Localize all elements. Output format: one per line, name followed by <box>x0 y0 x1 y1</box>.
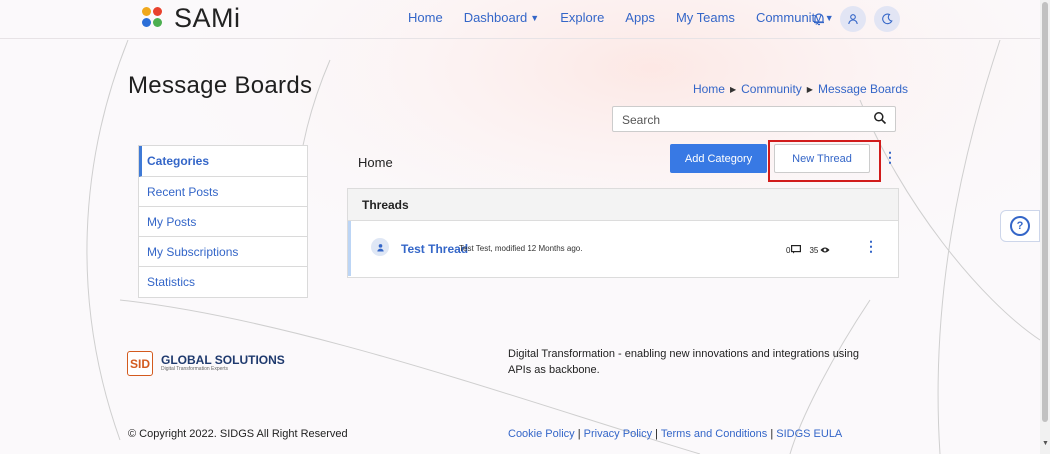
nav-my-teams-label: My Teams <box>675 10 735 25</box>
user-icon[interactable] <box>840 6 866 32</box>
nav-home[interactable]: Home <box>408 10 443 25</box>
sidebar-item-label: Categories <box>147 154 210 168</box>
caret-right-icon: ▶ <box>729 84 737 94</box>
sidebar-item-label: Recent Posts <box>147 184 219 199</box>
question-icon: ? <box>1010 216 1030 236</box>
sidebar-item-my-subscriptions[interactable]: My Subscriptions <box>139 237 307 267</box>
threads-panel: Threads Test Thread Test Test, modified … <box>347 188 899 278</box>
sid-logo-mark: SID <box>127 351 153 376</box>
threads-header: Threads <box>348 189 898 221</box>
view-count: 35 <box>809 246 819 255</box>
help-button[interactable]: ? <box>1000 210 1040 242</box>
current-category-label: Home <box>358 155 393 170</box>
nav-apps-label: Apps <box>625 10 655 25</box>
app-logo[interactable]: SAMi <box>142 2 241 34</box>
caret-right-icon: ▶ <box>806 84 813 94</box>
footer-logo-tagline: Digital Transformation Experts <box>161 366 228 372</box>
thread-meta: Test Test, modified 12 Months ago. <box>459 244 583 253</box>
breadcrumb-community[interactable]: Community <box>741 82 802 96</box>
app-name: SAMi <box>174 2 241 33</box>
nav-explore[interactable]: Explore <box>560 10 604 25</box>
thread-more-options-icon[interactable]: ⋮ <box>864 239 878 253</box>
page-scrollbar[interactable] <box>1040 0 1050 454</box>
more-options-icon[interactable]: ⋮ <box>883 150 897 164</box>
top-navbar: SAMi Home Dashboard ▼ Explore Apps My Tea… <box>0 0 1040 39</box>
nav-icon-group <box>806 6 908 32</box>
nav-home-label: Home <box>408 10 443 25</box>
privacy-policy-link[interactable]: Privacy Policy <box>584 428 652 440</box>
page-title: Message Boards <box>128 72 313 99</box>
footer-description: Digital Transformation - enabling new in… <box>508 348 859 376</box>
reply-count: 0 <box>786 246 791 255</box>
sidebar-item-statistics[interactable]: Statistics <box>139 267 307 297</box>
footer-logo: SID GLOBAL SOLUTIONS Digital Transformat… <box>127 351 285 376</box>
comment-icon <box>791 245 802 256</box>
footer-logo-name: GLOBAL SOLUTIONS <box>161 353 285 367</box>
sidebar-item-recent-posts[interactable]: Recent Posts <box>139 177 307 207</box>
thread-row[interactable]: Test Thread Test Test, modified 12 Month… <box>348 221 898 276</box>
footer-links: Cookie Policy | Privacy Policy | Terms a… <box>508 428 842 440</box>
category-sidebar: Categories Recent Posts My Posts My Subs… <box>138 145 308 298</box>
main-nav: Home Dashboard ▼ Explore Apps My Teams Co… <box>408 10 855 25</box>
nav-explore-label: Explore <box>560 10 605 25</box>
cookie-policy-link[interactable]: Cookie Policy <box>508 428 575 440</box>
nav-apps[interactable]: Apps <box>625 10 655 25</box>
sidebar-item-label: Statistics <box>147 275 196 289</box>
breadcrumb: Home ▶ Community ▶ Message Boards <box>693 82 908 96</box>
nav-dashboard-label: Dashboard <box>463 10 528 25</box>
bell-icon[interactable] <box>806 6 832 32</box>
search-placeholder: Search <box>622 113 661 127</box>
nav-my-teams[interactable]: My Teams <box>676 10 735 25</box>
breadcrumb-message-boards[interactable]: Message Boards <box>818 82 908 96</box>
sidebar-item-label: My Subscriptions <box>147 244 239 259</box>
scrollbar-thumb[interactable] <box>1042 2 1048 422</box>
link-separator: | <box>767 428 777 440</box>
sami-logo-icon <box>142 7 164 29</box>
terms-link[interactable]: Terms and Conditions <box>661 428 767 440</box>
chevron-down-icon: ▼ <box>530 12 540 23</box>
thread-stats: 0 35 <box>786 245 830 256</box>
link-separator: | <box>652 428 661 440</box>
sidebar-item-label: My Posts <box>147 214 197 229</box>
user-avatar-icon <box>371 238 389 256</box>
link-separator: | <box>574 428 584 440</box>
search-icon[interactable] <box>873 111 887 128</box>
scroll-down-arrow-icon[interactable]: ▼ <box>1042 440 1049 447</box>
copyright-text: © Copyright 2022. SIDGS All Right Reserv… <box>128 428 348 440</box>
highlight-box <box>768 140 881 182</box>
add-category-button[interactable]: Add Category <box>670 144 767 173</box>
sidebar-item-categories[interactable]: Categories <box>139 146 307 177</box>
sidebar-item-my-posts[interactable]: My Posts <box>139 207 307 237</box>
eula-link[interactable]: SIDGS EULA <box>776 428 842 440</box>
search-input[interactable]: Search <box>612 106 896 132</box>
eye-icon <box>820 246 830 256</box>
nav-dashboard[interactable]: Dashboard ▼ <box>464 10 540 25</box>
breadcrumb-home[interactable]: Home <box>693 82 725 96</box>
moon-icon[interactable] <box>874 6 900 32</box>
